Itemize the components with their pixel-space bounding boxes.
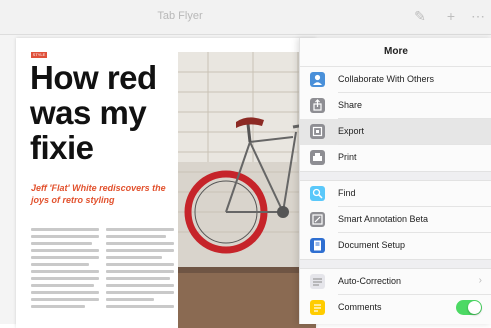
menu-item-collaborate[interactable]: Collaborate With Others	[300, 67, 491, 93]
menu-section-divider	[300, 171, 491, 181]
menu-item-label: Find	[338, 188, 356, 198]
auto-correction-icon	[310, 274, 325, 289]
menu-item-label: Print	[338, 152, 357, 162]
find-icon	[310, 186, 325, 201]
export-icon	[310, 124, 325, 139]
menu-section-divider	[300, 259, 491, 269]
menu-item-label: Document Setup	[338, 240, 406, 250]
article-headline: How red was my fixie	[30, 59, 157, 166]
bicycle-photo	[178, 52, 316, 328]
menu-item-share[interactable]: Share	[300, 93, 491, 119]
document-page[interactable]: STYLE How red was my fixie Jeff 'Flat' W…	[16, 38, 316, 328]
menu-item-print[interactable]: Print	[300, 145, 491, 171]
add-icon[interactable]: +	[443, 8, 459, 24]
menu-item-label: Collaborate With Others	[338, 74, 435, 84]
menu-item-auto-correction[interactable]: Auto-Correction ›	[300, 269, 491, 295]
menu-item-document-setup[interactable]: Document Setup	[300, 233, 491, 259]
share-icon	[310, 98, 325, 113]
pen-icon[interactable]: ✎	[412, 8, 428, 24]
menu-title: More	[300, 38, 491, 67]
menu-item-comments[interactable]: Comments	[300, 295, 491, 321]
article-subhead: Jeff 'Flat' White rediscovers the joys o…	[31, 183, 166, 205]
menu-item-label: Smart Annotation Beta	[338, 214, 429, 224]
comments-icon	[310, 300, 325, 315]
menu-item-label: Auto-Correction	[338, 276, 402, 286]
menu-item-label: Export	[338, 126, 365, 136]
menu-item-label: Share	[338, 100, 363, 110]
more-menu: More Collaborate With Others Share Expor…	[299, 38, 491, 324]
menu-item-smart-annotation[interactable]: Smart Annotation Beta	[300, 207, 491, 233]
menu-item-find[interactable]: Find	[300, 181, 491, 207]
title-bar: Tab Flyer ✎ + ⋯	[0, 0, 491, 35]
body-text-column	[106, 228, 174, 328]
document-setup-icon	[310, 238, 325, 253]
people-icon	[310, 72, 325, 87]
comments-toggle[interactable]	[456, 300, 482, 315]
annotation-icon	[310, 212, 325, 227]
section-tag: STYLE	[31, 52, 47, 58]
app-window: Tab Flyer ✎ + ⋯ STYLE How red was my fix…	[0, 0, 491, 328]
menu-item-export[interactable]: Export	[300, 119, 491, 145]
more-icon[interactable]: ⋯	[470, 8, 486, 24]
print-icon	[310, 150, 325, 165]
document-title: Tab Flyer	[157, 10, 203, 22]
body-text-column	[31, 228, 99, 328]
chevron-right-icon: ›	[478, 275, 482, 286]
menu-item-label: Comments	[338, 302, 382, 312]
